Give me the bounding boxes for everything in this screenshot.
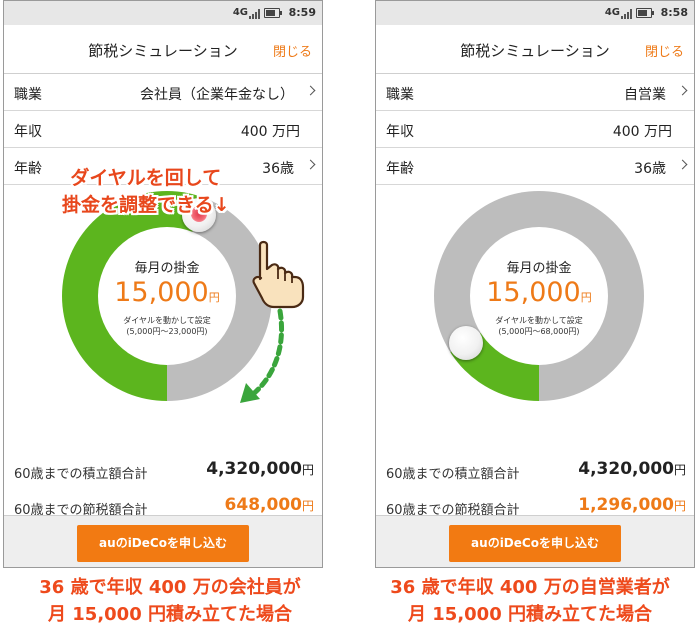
caption-self-employed-line2: 月 15,000 円積み立てた場合 [408, 604, 652, 625]
phone-screen-self-employed: 4G 8:58 節税シミュレーション 閉じる 職業 自営業 年収 400 万円 … [375, 0, 695, 568]
dial-range-text: (5,000円〜68,000円) [498, 327, 580, 336]
age-row[interactable]: 年齢 36歳 [376, 148, 694, 185]
income-row[interactable]: 年収 400 万円 [4, 111, 322, 148]
age-value: 36歳 [262, 161, 294, 177]
status-bar: 4G 8:59 [4, 1, 322, 25]
dial-caption: 毎月の掛金 [506, 261, 572, 276]
pointing-hand-icon [252, 240, 305, 309]
dial-center: 毎月の掛金 15,000円 ダイヤルを動かして設定 (5,000円〜68,000円… [470, 227, 608, 365]
total-savings-unit: 円 [301, 463, 314, 477]
network-indicator: 4G [604, 7, 620, 18]
chevron-right-icon [305, 85, 316, 96]
battery-icon [264, 8, 282, 18]
chevron-right-icon [677, 85, 688, 96]
bottom-action-bar: auのiDeCoを申し込む [4, 515, 322, 567]
age-value: 36歳 [634, 161, 666, 177]
total-savings-amount: 4,320,000 [578, 459, 674, 479]
network-indicator: 4G [232, 7, 248, 18]
dial-annotation: ダイヤルを回して 掛金を調整できる↓ [62, 165, 230, 219]
nav-bar: 節税シミュレーション 閉じる [376, 25, 694, 74]
close-button[interactable]: 閉じる [645, 41, 684, 60]
total-savings-label: 60歳までの積立額合計 [14, 467, 148, 482]
status-bar: 4G 8:58 [376, 1, 694, 25]
tax-savings-unit: 円 [301, 499, 314, 513]
total-savings-label: 60歳までの積立額合計 [386, 467, 520, 482]
monthly-amount-value: 15,000 [486, 277, 581, 308]
battery-icon [636, 8, 654, 18]
age-label: 年齢 [14, 161, 42, 177]
signal-icon [249, 9, 262, 19]
age-label: 年齢 [386, 161, 414, 177]
caption-self-employed-line1: 36 歳で年収 400 万の自営業者が [390, 577, 670, 598]
caption-employee-line1: 36 歳で年収 400 万の会社員が [39, 577, 301, 598]
signal-icon [621, 9, 634, 19]
contribution-dial[interactable]: 毎月の掛金 15,000円 ダイヤルを動かして設定 (5,000円〜68,000円… [434, 191, 644, 401]
income-label: 年収 [14, 124, 42, 140]
occupation-value: 会社員（企業年金なし） [140, 87, 294, 103]
income-value: 400 万円 [612, 124, 672, 140]
monthly-amount: 15,000円 [470, 277, 608, 308]
occupation-label: 職業 [386, 87, 414, 103]
chevron-right-icon [305, 159, 316, 170]
monthly-amount-unit: 円 [208, 291, 220, 304]
dial-caption: 毎月の掛金 [134, 261, 200, 276]
apply-ideco-button[interactable]: auのiDeCoを申し込む [77, 525, 249, 562]
tax-savings-unit: 円 [673, 499, 686, 513]
dial-knob[interactable] [448, 325, 483, 360]
nav-bar: 節税シミュレーション 閉じる [4, 25, 322, 74]
rotate-arrow-icon [240, 308, 285, 403]
tax-savings-value: 648,000円 [225, 495, 314, 515]
dial-hint-text: ダイヤルを動かして設定 [495, 316, 583, 325]
total-savings-value: 4,320,000円 [578, 459, 686, 479]
caption-employee: 36 歳で年収 400 万の会社員が 月 15,000 円積み立てた場合 [0, 574, 340, 628]
dial-annotation-line1: ダイヤルを回して [70, 167, 222, 189]
tax-savings-amount: 1,296,000 [578, 495, 674, 515]
total-savings-amount: 4,320,000 [206, 459, 302, 479]
chevron-right-icon [677, 159, 688, 170]
apply-ideco-button[interactable]: auのiDeCoを申し込む [449, 525, 621, 562]
occupation-row[interactable]: 職業 自営業 [376, 74, 694, 111]
tax-savings-value: 1,296,000円 [578, 495, 686, 515]
dial-range-text: (5,000円〜23,000円) [126, 327, 208, 336]
dial-hint-text: ダイヤルを動かして設定 [123, 316, 211, 325]
monthly-amount-value: 15,000 [114, 277, 209, 308]
income-row[interactable]: 年収 400 万円 [376, 111, 694, 148]
tax-savings-amount: 648,000 [224, 495, 302, 515]
caption-employee-line2: 月 15,000 円積み立てた場合 [48, 604, 292, 625]
dial-center: 毎月の掛金 15,000円 ダイヤルを動かして設定 (5,000円〜23,000円… [98, 227, 236, 365]
bottom-action-bar: auのiDeCoを申し込む [376, 515, 694, 567]
total-savings-row: 60歳までの積立額合計 4,320,000円 [4, 453, 322, 487]
status-time: 8:59 [288, 6, 316, 19]
caption-self-employed: 36 歳で年収 400 万の自営業者が 月 15,000 円積み立てた場合 [360, 574, 700, 628]
status-time: 8:58 [660, 6, 688, 19]
close-button[interactable]: 閉じる [273, 41, 312, 60]
occupation-value: 自営業 [624, 87, 666, 103]
income-value: 400 万円 [240, 124, 300, 140]
total-savings-unit: 円 [673, 463, 686, 477]
dial-hint: ダイヤルを動かして設定 (5,000円〜23,000円) [98, 315, 236, 337]
occupation-label: 職業 [14, 87, 42, 103]
phone-screen-employee: 4G 8:59 節税シミュレーション 閉じる 職業 会社員（企業年金なし） 年収… [3, 0, 323, 568]
occupation-row[interactable]: 職業 会社員（企業年金なし） [4, 74, 322, 111]
monthly-amount-unit: 円 [580, 291, 592, 304]
monthly-amount: 15,000円 [98, 277, 236, 308]
income-label: 年収 [386, 124, 414, 140]
total-savings-value: 4,320,000円 [206, 459, 314, 479]
dial-hint: ダイヤルを動かして設定 (5,000円〜68,000円) [470, 315, 608, 337]
total-savings-row: 60歳までの積立額合計 4,320,000円 [376, 453, 694, 487]
dial-annotation-line2: 掛金を調整できる↓ [62, 194, 230, 216]
